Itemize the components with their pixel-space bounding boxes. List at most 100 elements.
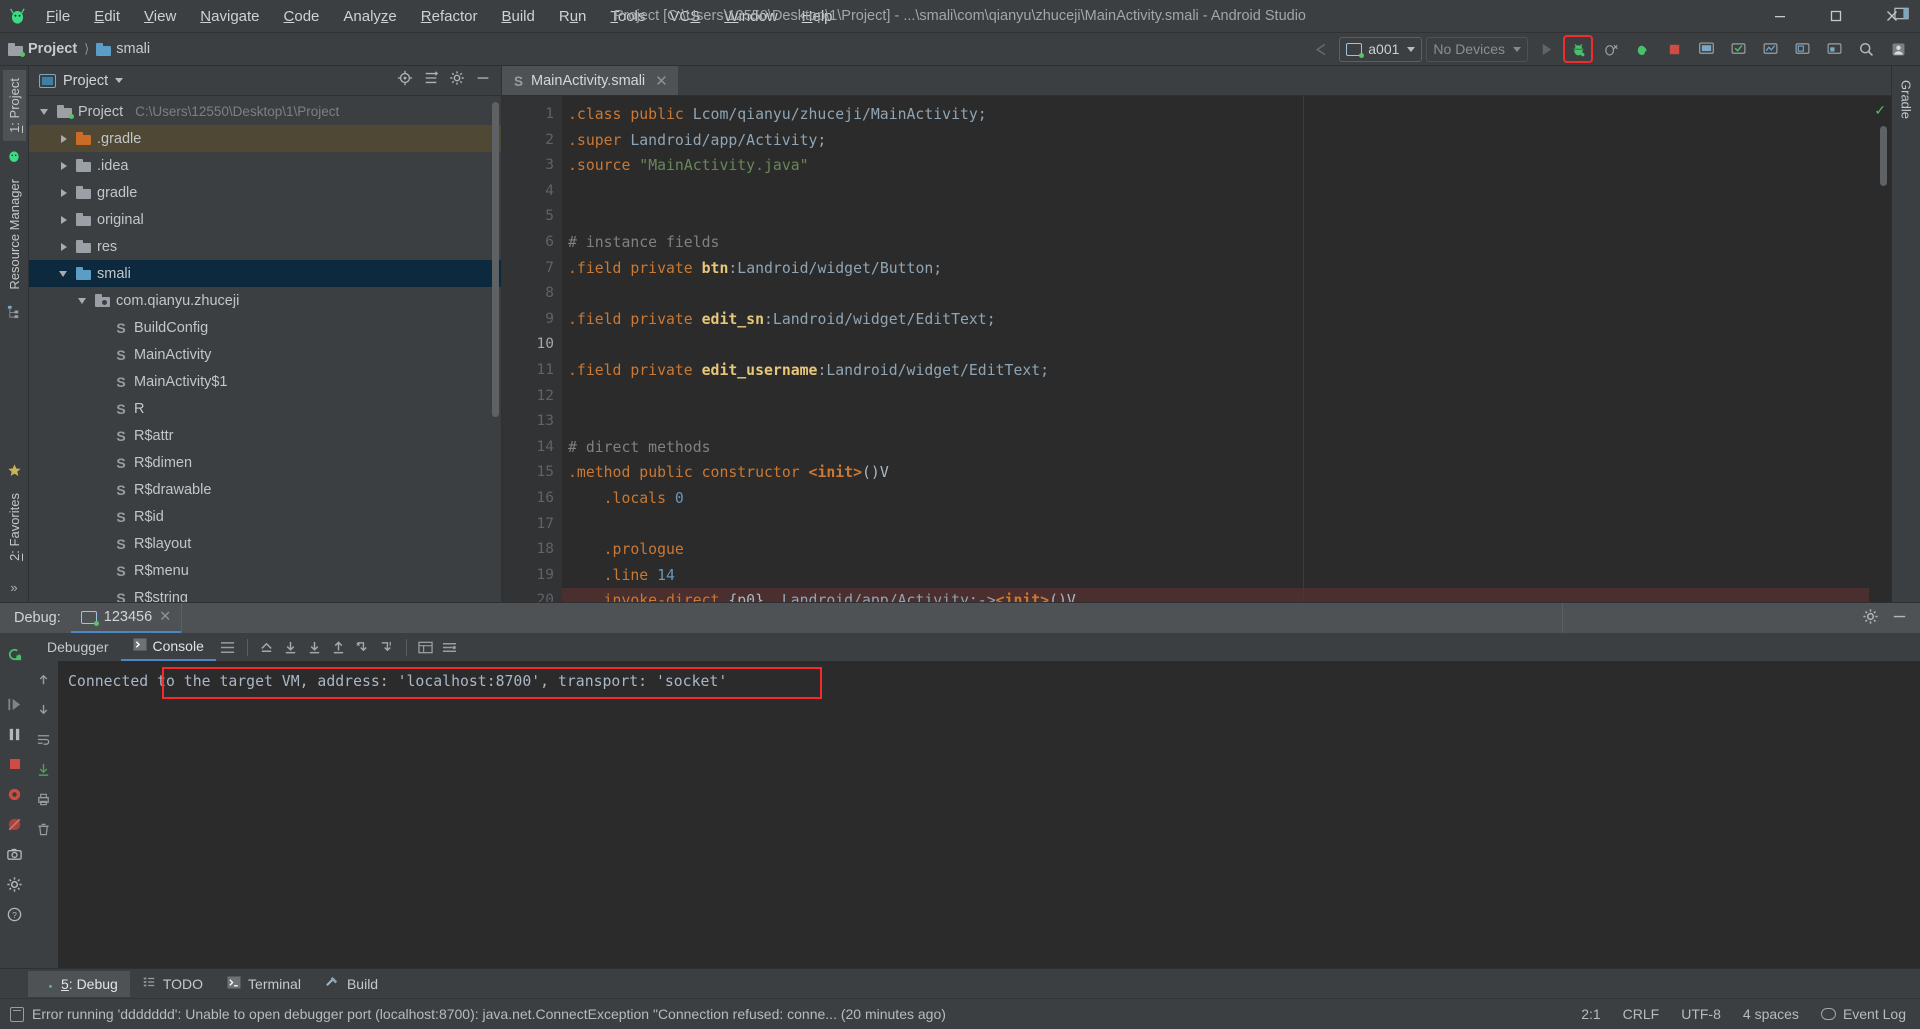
editor-scrollbar[interactable] <box>1880 126 1887 186</box>
resume-program-icon[interactable] <box>1 689 28 719</box>
menu-vcs[interactable]: VCS <box>657 0 712 33</box>
scroll-up-icon[interactable] <box>36 664 51 694</box>
avd-manager-icon[interactable] <box>1692 36 1720 62</box>
sidebar-tab-project[interactable]: 1: Project <box>2 70 26 141</box>
favorites-star-icon[interactable] <box>7 463 22 478</box>
left-tool-rail[interactable]: 1: Project Resource Manager 2: Favorites… <box>0 66 29 602</box>
code-line[interactable]: .super Landroid/app/Activity; <box>562 128 1869 154</box>
run-icon[interactable] <box>1532 36 1560 62</box>
tree-node[interactable]: SR <box>29 395 501 422</box>
indent-setting[interactable]: 4 spaces <box>1743 1006 1799 1022</box>
print-icon[interactable] <box>36 784 51 814</box>
chevron-right-icon[interactable] <box>58 187 70 199</box>
line-number[interactable]: 7 <box>502 256 562 282</box>
collapse-all-icon[interactable] <box>423 70 439 91</box>
menu-analyze[interactable]: Analyze <box>331 0 408 33</box>
tree-node[interactable]: .gradle <box>29 125 501 152</box>
main-menu-bar[interactable]: FFileile Edit View Navigate Code Analyze… <box>34 0 845 32</box>
line-number[interactable]: 10 <box>502 332 562 358</box>
help-icon[interactable]: ? <box>1 899 28 929</box>
chevron-right-icon[interactable] <box>58 214 70 226</box>
breadcrumb-smali[interactable]: smali <box>96 41 150 57</box>
tree-node[interactable]: smali <box>29 260 501 287</box>
sidebar-tab-resource-manager[interactable]: Resource Manager <box>3 171 26 298</box>
code-line[interactable]: # direct methods <box>562 435 1869 461</box>
event-log-button[interactable]: Event Log <box>1820 1006 1906 1022</box>
chevron-down-icon[interactable] <box>39 106 51 118</box>
tree-node[interactable]: S R$attr <box>29 422 501 449</box>
rerun-icon[interactable] <box>1 639 28 669</box>
tree-node[interactable]: S R$string <box>29 584 501 603</box>
code-line[interactable] <box>562 179 1869 205</box>
project-tree-scrollbar[interactable] <box>492 102 499 417</box>
tree-node[interactable]: S R$id <box>29 503 501 530</box>
toolwindow-build[interactable]: Build <box>313 971 390 997</box>
code-line[interactable]: .method public constructor <init>()V <box>562 460 1869 486</box>
line-separator[interactable]: CRLF <box>1623 1006 1660 1022</box>
debug-icon[interactable] <box>1563 35 1593 63</box>
debug-session-actions[interactable]: ? <box>0 633 29 968</box>
run-to-cursor-icon[interactable] <box>375 636 399 658</box>
close-icon[interactable]: ✕ <box>159 609 171 625</box>
delete-trash-icon[interactable] <box>36 814 51 844</box>
tree-node[interactable]: original <box>29 206 501 233</box>
toolwindow-terminal[interactable]: Terminal <box>215 971 313 997</box>
stop-icon[interactable] <box>1 749 28 779</box>
breadcrumb-project[interactable]: Project <box>8 41 77 57</box>
show-execution-point-icon[interactable] <box>255 636 279 658</box>
line-number[interactable]: 19 <box>502 563 562 589</box>
right-tool-rail[interactable]: Gradle <box>1891 66 1920 602</box>
stop-icon[interactable] <box>1660 36 1688 62</box>
profiler-icon[interactable] <box>1756 36 1784 62</box>
chevron-down-icon[interactable] <box>77 295 89 307</box>
attach-debugger-icon[interactable] <box>1596 36 1624 62</box>
tree-node[interactable]: com.qianyu.zhuceji <box>29 287 501 314</box>
tree-node[interactable]: S R$menu <box>29 557 501 584</box>
line-number[interactable]: 15 <box>502 460 562 486</box>
run-configuration-selector[interactable]: a001 <box>1339 36 1423 62</box>
line-number[interactable]: 11 <box>502 358 562 384</box>
line-number[interactable]: 20 <box>502 588 580 602</box>
debug-header-actions[interactable] <box>1862 608 1920 629</box>
editor-markup-bar[interactable]: ✓ <box>1869 96 1891 602</box>
chevron-right-icon[interactable] <box>58 241 70 253</box>
main-toolbar-actions[interactable]: a001 No Devices <box>1307 35 1920 63</box>
tree-node[interactable]: gradle <box>29 179 501 206</box>
pause-program-icon[interactable] <box>1 719 28 749</box>
list-view-icon[interactable] <box>216 636 240 658</box>
tool-window-bar[interactable]: 5: Debug TODO Terminal Build <box>0 968 1920 998</box>
tree-node[interactable]: S R$drawable <box>29 476 501 503</box>
menu-refactor[interactable]: Refactor <box>409 0 490 33</box>
code-line[interactable] <box>562 332 1869 358</box>
code-line[interactable]: .field private btn:Landroid/widget/Butto… <box>562 256 1869 282</box>
structure-tree-icon[interactable] <box>7 304 22 319</box>
caret-position[interactable]: 2:1 <box>1581 1006 1600 1022</box>
chevron-right-icon[interactable] <box>58 160 70 172</box>
close-icon[interactable]: ✕ <box>655 72 668 90</box>
line-number[interactable]: 4 <box>502 179 562 205</box>
project-pane-actions[interactable] <box>397 70 495 91</box>
tree-node[interactable]: Project C:\Users\12550\Desktop\1\Project <box>29 98 501 125</box>
menu-window[interactable]: Window <box>712 0 789 33</box>
menu-edit[interactable]: Edit <box>82 0 132 33</box>
device-selector[interactable]: No Devices <box>1426 36 1528 62</box>
console-output[interactable]: Connected to the target VM, address: 'lo… <box>58 661 1920 968</box>
status-bar-right[interactable]: 2:1 CRLF UTF-8 4 spaces Event Log <box>1581 1006 1906 1022</box>
settings-gear-icon[interactable] <box>449 70 465 91</box>
tree-node[interactable]: S MainActivity$1 <box>29 368 501 395</box>
account-icon[interactable] <box>1884 36 1912 62</box>
line-number-gutter[interactable]: 1 2 3 4 5 6 7 8 9 10 11 12 13 14 15 16 17 18 19 20 <box>502 96 580 602</box>
file-encoding[interactable]: UTF-8 <box>1681 1006 1721 1022</box>
menu-tools[interactable]: Tools <box>598 0 657 33</box>
code-editor[interactable]: 1 2 3 4 5 6 7 8 9 10 11 12 13 14 15 16 17 18 19 20 .class p… <box>502 96 1891 602</box>
settings-gear-icon[interactable] <box>1 869 28 899</box>
tab-console[interactable]: Console <box>120 633 216 661</box>
code-line[interactable] <box>562 384 1869 410</box>
sidebar-tab-favorites[interactable]: 2: Favorites <box>3 485 26 569</box>
tree-node[interactable]: S BuildConfig <box>29 314 501 341</box>
debug-session-tab[interactable]: 123456 ✕ <box>70 603 182 633</box>
code-line[interactable] <box>562 409 1869 435</box>
menu-run[interactable]: Run <box>547 0 599 33</box>
line-number[interactable]: 13 <box>502 409 562 435</box>
back-arrow-icon[interactable] <box>1307 36 1335 62</box>
